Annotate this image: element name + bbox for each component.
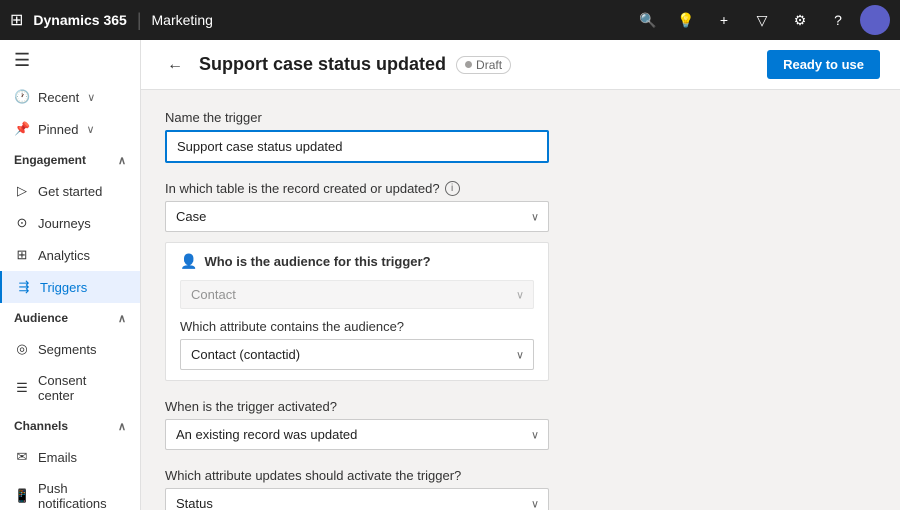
ready-to-use-button[interactable]: Ready to use [767, 50, 880, 79]
audience-select: Contact [180, 280, 534, 309]
name-trigger-group: Name the trigger [165, 110, 876, 163]
audience-box-header: 👤 Who is the audience for this trigger? [180, 253, 534, 270]
attribute-select[interactable]: Contact (contactid) [180, 339, 534, 370]
attribute-audience-group: Which attribute contains the audience? C… [180, 319, 534, 370]
audience-section-label: Audience [14, 311, 68, 325]
triggers-icon: ⇶ [16, 279, 32, 295]
attribute-audience-label: Which attribute contains the audience? [180, 319, 534, 334]
consent-icon: ☰ [14, 380, 30, 396]
audience-chevron: ∧ [118, 312, 126, 325]
recent-icon: 🕐 [14, 89, 30, 105]
analytics-label: Analytics [38, 248, 90, 263]
header-left: ← Support case status updated Draft [161, 51, 511, 79]
audience-box: 👤 Who is the audience for this trigger? … [165, 242, 549, 381]
engagement-label: Engagement [14, 153, 86, 167]
table-select[interactable]: Case [165, 201, 549, 232]
sidebar-item-pinned[interactable]: 📌 Pinned ∨ [0, 113, 140, 145]
sidebar-item-journeys[interactable]: ⊙ Journeys [0, 207, 140, 239]
brand-name: Dynamics 365 [33, 12, 126, 28]
which-attribute-label: Which attribute updates should activate … [165, 468, 876, 483]
content-header: ← Support case status updated Draft Read… [141, 40, 900, 90]
sidebar-item-segments[interactable]: ◎ Segments [0, 333, 140, 365]
recent-chevron: ∨ [87, 91, 95, 104]
search-icon[interactable]: 🔍 [632, 4, 664, 36]
journeys-label: Journeys [38, 216, 91, 231]
when-select-wrapper: An existing record was updated ∨ [165, 419, 549, 450]
pinned-label: Pinned [38, 122, 78, 137]
segments-icon: ◎ [14, 341, 30, 357]
emails-label: Emails [38, 450, 77, 465]
hamburger-icon[interactable]: ☰ [0, 40, 140, 81]
pinned-chevron: ∨ [86, 123, 94, 136]
sidebar-item-recent[interactable]: 🕐 Recent ∨ [0, 81, 140, 113]
filter-icon[interactable]: ▽ [746, 4, 778, 36]
user-avatar[interactable] [860, 5, 890, 35]
settings-icon[interactable]: ⚙ [784, 4, 816, 36]
when-label: When is the trigger activated? [165, 399, 876, 414]
segments-label: Segments [38, 342, 97, 357]
pin-icon: 📌 [14, 121, 30, 137]
draft-badge: Draft [456, 56, 511, 74]
triggers-label: Triggers [40, 280, 87, 295]
sidebar-item-get-started[interactable]: ▷ Get started [0, 175, 140, 207]
audience-select-wrapper: Contact ∨ [180, 280, 534, 309]
when-group: When is the trigger activated? An existi… [165, 399, 876, 450]
get-started-icon: ▷ [14, 183, 30, 199]
audience-section-header[interactable]: Audience ∧ [0, 303, 140, 333]
sidebar-item-push-notifications[interactable]: 📱 Push notifications [0, 473, 140, 510]
when-select[interactable]: An existing record was updated [165, 419, 549, 450]
brand-logo: Dynamics 365 [33, 12, 126, 28]
emails-icon: ✉ [14, 449, 30, 465]
get-started-label: Get started [38, 184, 102, 199]
add-icon[interactable]: + [708, 4, 740, 36]
form-area: Name the trigger In which table is the r… [141, 90, 900, 510]
sidebar: ☰ 🕐 Recent ∨ 📌 Pinned ∨ Engagement ∧ ▷ G… [0, 40, 141, 510]
audience-header-text: Who is the audience for this trigger? [204, 254, 430, 269]
attribute-select-wrapper: Contact (contactid) ∨ [180, 339, 534, 370]
engagement-section-header[interactable]: Engagement ∧ [0, 145, 140, 175]
push-label: Push notifications [38, 481, 126, 510]
name-trigger-label: Name the trigger [165, 110, 876, 125]
nav-divider: | [137, 10, 142, 31]
analytics-icon: ⊞ [14, 247, 30, 263]
table-info-icon[interactable]: i [445, 181, 460, 196]
journeys-icon: ⊙ [14, 215, 30, 231]
content-area: ← Support case status updated Draft Read… [141, 40, 900, 510]
draft-label: Draft [476, 58, 502, 72]
which-attribute-group: Which attribute updates should activate … [165, 468, 876, 510]
table-group: In which table is the record created or … [165, 181, 876, 381]
main-layout: ☰ 🕐 Recent ∨ 📌 Pinned ∨ Engagement ∧ ▷ G… [0, 40, 900, 510]
sidebar-item-consent-center[interactable]: ☰ Consent center [0, 365, 140, 411]
nav-icons: 🔍 💡 + ▽ ⚙ ? [632, 4, 890, 36]
channels-section-header[interactable]: Channels ∧ [0, 411, 140, 441]
engagement-chevron: ∧ [118, 154, 126, 167]
push-icon: 📱 [14, 488, 30, 504]
consent-label: Consent center [38, 373, 126, 403]
channels-section-label: Channels [14, 419, 68, 433]
recent-label: Recent [38, 90, 79, 105]
audience-person-icon: 👤 [180, 253, 197, 270]
draft-dot [465, 61, 472, 68]
sidebar-item-emails[interactable]: ✉ Emails [0, 441, 140, 473]
name-trigger-input[interactable] [165, 130, 549, 163]
sidebar-item-analytics[interactable]: ⊞ Analytics [0, 239, 140, 271]
grid-icon[interactable]: ⊞ [10, 10, 23, 30]
which-attribute-select[interactable]: Status [165, 488, 549, 510]
module-name: Marketing [152, 12, 213, 28]
lightbulb-icon[interactable]: 💡 [670, 4, 702, 36]
table-select-wrapper: Case ∨ [165, 201, 549, 232]
channels-chevron: ∧ [118, 420, 126, 433]
help-icon[interactable]: ? [822, 4, 854, 36]
table-label: In which table is the record created or … [165, 181, 876, 196]
top-nav: ⊞ Dynamics 365 | Marketing 🔍 💡 + ▽ ⚙ ? [0, 0, 900, 40]
back-button[interactable]: ← [161, 51, 189, 79]
page-title: Support case status updated [199, 54, 446, 75]
sidebar-item-triggers[interactable]: ⇶ Triggers [0, 271, 140, 303]
which-attribute-select-wrapper: Status ∨ [165, 488, 549, 510]
